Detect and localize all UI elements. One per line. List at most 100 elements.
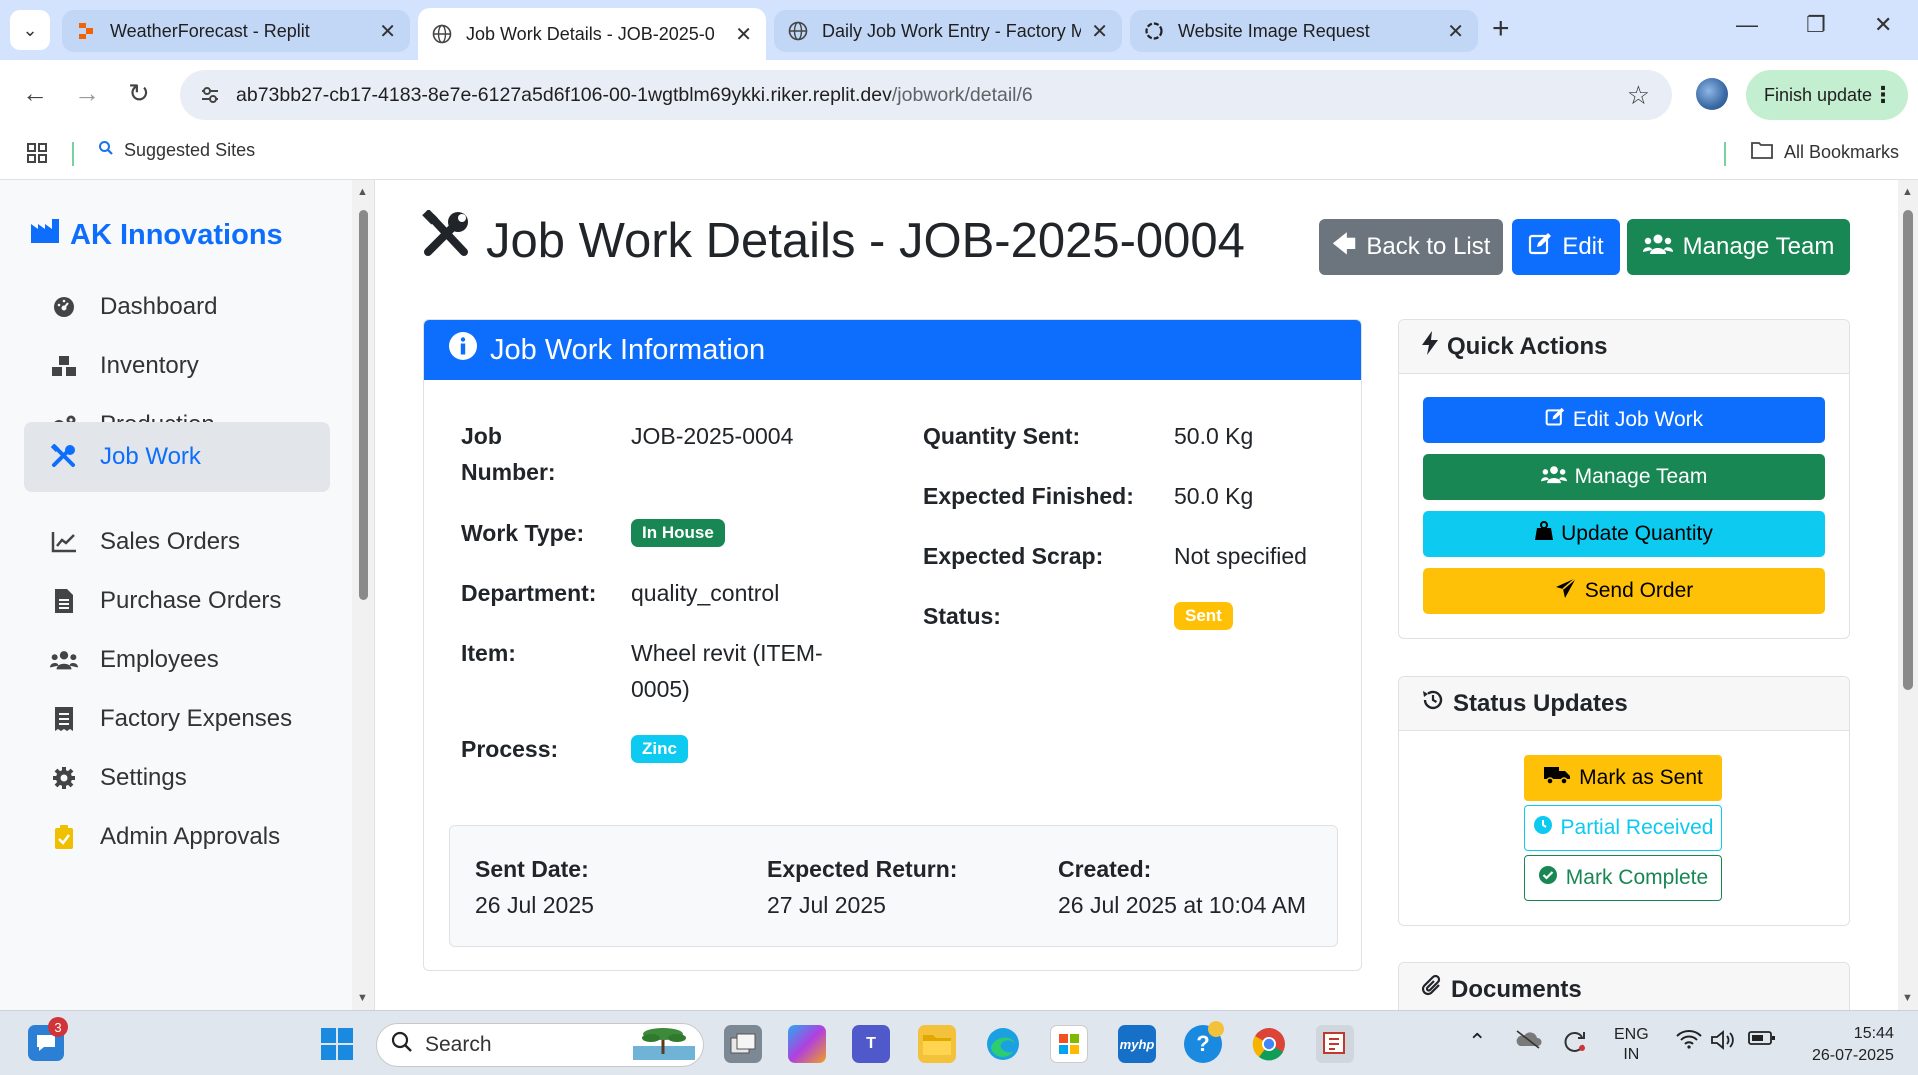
scroll-up-icon[interactable]: ▲	[357, 186, 368, 198]
search-label: Search	[425, 1033, 492, 1056]
manage-team-button[interactable]: Manage Team	[1627, 219, 1850, 275]
manage-team-button[interactable]: Manage Team	[1423, 454, 1825, 500]
site-settings-icon[interactable]	[198, 83, 222, 107]
chrome-icon[interactable]	[1250, 1025, 1288, 1063]
button-label: Partial Received	[1560, 816, 1714, 839]
button-label: Mark Complete	[1565, 866, 1709, 889]
search-highlight-image	[633, 1024, 695, 1066]
tab-title: WeatherForecast - Replit	[110, 20, 310, 41]
divider	[374, 180, 375, 1010]
sidebar-scrollbar[interactable]: ▲ ▼	[352, 180, 374, 1010]
battery-icon[interactable]	[1748, 1029, 1776, 1052]
process-badge: Zinc	[631, 735, 688, 763]
page-title-text: Job Work Details - JOB-2025-0004	[486, 214, 1245, 268]
tab-search-button[interactable]: ⌄	[10, 10, 50, 50]
wifi-icon[interactable]	[1676, 1029, 1702, 1054]
tab-job-work-details[interactable]: Job Work Details - JOB-2025-0 ✕	[418, 8, 766, 60]
copilot-icon[interactable]	[788, 1025, 826, 1063]
send-order-button[interactable]: Send Order	[1423, 568, 1825, 614]
bookmark-suggested-sites[interactable]: Suggested Sites	[98, 140, 255, 161]
sync-icon[interactable]	[1562, 1029, 1588, 1058]
scroll-down-icon[interactable]: ▼	[357, 992, 368, 1004]
item-value-line2: 0005)	[631, 676, 690, 702]
address-bar-row: ← → ↻ ab73bb27-cb17-4183-8e7e-6127a5d6f1…	[0, 60, 1918, 128]
onedrive-icon[interactable]	[1514, 1029, 1542, 1054]
update-quantity-button[interactable]: Update Quantity	[1423, 511, 1825, 557]
item-label: Item:	[461, 640, 516, 666]
file-icon	[50, 587, 78, 615]
bookmark-star-icon[interactable]: ☆	[1627, 80, 1650, 111]
sidebar-item-admin-approvals[interactable]: Admin Approvals	[24, 802, 330, 872]
reload-icon[interactable]: ↻	[128, 78, 150, 109]
card-header: Quick Actions	[1399, 320, 1849, 374]
button-label: Update Quantity	[1561, 522, 1713, 545]
page-scrollbar[interactable]: ▲ ▼	[1898, 180, 1918, 1010]
teams-icon[interactable]: T	[852, 1025, 890, 1063]
job-number-label-line2: Number:	[461, 459, 556, 485]
card-header: Job Work Information	[424, 320, 1361, 380]
scroll-up-icon[interactable]: ▲	[1902, 186, 1913, 198]
sidebar-item-label: Dashboard	[100, 293, 218, 320]
apps-grid-icon[interactable]	[26, 142, 48, 169]
taskbar-search[interactable]: Search	[376, 1023, 704, 1067]
expected-scrap-label: Expected Scrap:	[923, 543, 1104, 569]
scrollbar-thumb[interactable]	[1903, 210, 1913, 690]
volume-icon[interactable]	[1710, 1029, 1736, 1056]
job-work-information-card: Job Work Information Job Number: JOB-202…	[423, 319, 1362, 971]
new-tab-button[interactable]: +	[1492, 12, 1510, 46]
finish-update-button[interactable]: Finish update ⋮	[1746, 70, 1908, 120]
truck-icon	[1543, 765, 1571, 791]
restore-icon[interactable]: ❐	[1806, 12, 1826, 38]
expected-scrap-value: Not specified	[1174, 543, 1307, 569]
all-bookmarks[interactable]: All Bookmarks	[1750, 140, 1899, 165]
button-label: Back to List	[1366, 233, 1491, 260]
scroll-down-icon[interactable]: ▼	[1902, 992, 1913, 1004]
scrollbar-thumb[interactable]	[359, 210, 368, 600]
mark-as-sent-button[interactable]: Mark as Sent	[1524, 755, 1722, 801]
minimize-icon[interactable]: —	[1736, 12, 1758, 38]
windows-start-icon[interactable]	[318, 1025, 356, 1063]
language-indicator[interactable]: ENG IN	[1614, 1025, 1649, 1065]
brand[interactable]: AK Innovations	[30, 218, 283, 252]
tab-daily-job-work-entry[interactable]: Daily Job Work Entry - Factory M ✕	[774, 10, 1122, 52]
paper-plane-icon	[1555, 577, 1577, 605]
sent-date-value: 26 Jul 2025	[475, 892, 594, 918]
expected-return-label: Expected Return:	[767, 856, 958, 882]
close-window-icon[interactable]: ✕	[1874, 12, 1892, 38]
file-explorer-icon[interactable]	[918, 1025, 956, 1063]
sent-date-label: Sent Date:	[475, 856, 589, 882]
sidebar-item-job-work[interactable]: Job Work	[24, 422, 330, 492]
microsoft-store-icon[interactable]	[1050, 1025, 1088, 1063]
partial-received-button[interactable]: Partial Received	[1524, 805, 1722, 851]
clock-icon	[1533, 815, 1553, 841]
language-code: ENG	[1614, 1026, 1649, 1043]
sidebar-item-label: Inventory	[100, 352, 199, 379]
snipping-tool-icon[interactable]	[1316, 1025, 1354, 1063]
edit-icon	[1545, 407, 1565, 433]
forward-arrow-icon[interactable]: →	[74, 78, 100, 109]
url-bar[interactable]: ab73bb27-cb17-4183-8e7e-6127a5d6f106-00-…	[180, 70, 1672, 120]
back-arrow-icon[interactable]: ←	[22, 78, 48, 109]
close-icon[interactable]: ✕	[1447, 19, 1464, 44]
boxes-icon	[50, 352, 78, 380]
close-icon[interactable]: ✕	[379, 19, 396, 44]
sidebar: AK Innovations Dashboard Inventory Produ…	[0, 180, 352, 1010]
expected-finished-label: Expected Finished:	[923, 483, 1134, 509]
edit-job-work-button[interactable]: Edit Job Work	[1423, 397, 1825, 443]
profile-avatar[interactable]	[1696, 78, 1728, 110]
back-to-list-button[interactable]: 🡄 Back to List	[1319, 219, 1503, 275]
clock[interactable]: 15:44 26-07-2025	[1812, 1023, 1894, 1067]
task-view-icon[interactable]	[724, 1025, 762, 1063]
edit-button[interactable]: Edit	[1512, 219, 1620, 275]
tab-website-image-request[interactable]: Website Image Request ✕	[1130, 10, 1478, 52]
myhp-icon[interactable]: myhp	[1118, 1025, 1156, 1063]
close-icon[interactable]: ✕	[735, 22, 752, 47]
tab-weatherforecast[interactable]: WeatherForecast - Replit ✕	[62, 10, 410, 52]
weight-icon	[1535, 521, 1554, 547]
more-menu-icon[interactable]: ⋮	[1872, 82, 1894, 108]
mark-complete-button[interactable]: Mark Complete	[1524, 855, 1722, 901]
created-label: Created:	[1058, 856, 1152, 882]
chevron-up-icon[interactable]: ⌃	[1468, 1029, 1486, 1055]
close-icon[interactable]: ✕	[1091, 19, 1108, 44]
edge-icon[interactable]	[984, 1025, 1022, 1063]
